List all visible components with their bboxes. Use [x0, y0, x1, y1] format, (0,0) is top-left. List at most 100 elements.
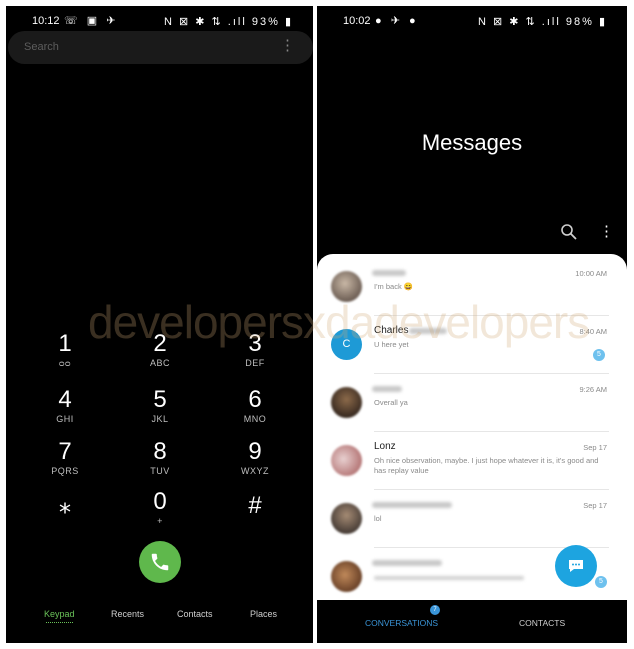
- key-digit: 2: [153, 330, 167, 357]
- battery-level: 98%: [565, 16, 594, 28]
- search-bar[interactable]: Search ⋮: [8, 31, 313, 64]
- battery-icon: ▮: [284, 16, 291, 28]
- page-title: Messages: [421, 130, 523, 155]
- key-digit: 6: [248, 386, 262, 413]
- conversations-badge: 7: [430, 605, 440, 615]
- key-letters: +: [157, 516, 163, 526]
- dialer-tabs: Keypad Recents Contacts Places: [6, 609, 313, 629]
- avatar: [331, 445, 362, 476]
- key-hash[interactable]: #: [220, 493, 290, 539]
- notification-icons: ☏ ▣ ✈: [64, 15, 119, 27]
- battery-level: 93%: [251, 16, 280, 28]
- dialer-screen: 10:12 ☏ ▣ ✈ N ⊠ ✱ ⇅ .ıll 93% ▮ Search ⋮ …: [6, 6, 313, 643]
- key-0[interactable]: 0 +: [125, 489, 195, 535]
- message-time: 8:40 AM: [579, 327, 607, 336]
- tab-places[interactable]: Places: [250, 609, 277, 619]
- contact-name-blurred: [372, 560, 442, 566]
- key-4[interactable]: 4 GHI: [30, 387, 100, 433]
- key-3[interactable]: 3 DEF: [220, 331, 290, 377]
- key-digit: 9: [248, 438, 262, 465]
- conversation-row[interactable]: Lonz Oh nice observation, maybe. I just …: [317, 432, 627, 490]
- tab-conversations[interactable]: CONVERSATIONS: [365, 618, 438, 628]
- more-options-icon[interactable]: ⋮: [599, 224, 614, 239]
- avatar: C: [331, 329, 362, 360]
- key-5[interactable]: 5 JKL: [125, 387, 195, 433]
- battery-icon: ▮: [598, 16, 605, 28]
- message-snippet: lol: [374, 514, 382, 523]
- key-star[interactable]: ⁎: [30, 493, 100, 539]
- snippet-blurred: [374, 576, 524, 580]
- status-bar: 10:02 ● ✈ ● N ⊠ ✱ ⇅ .ıll 98% ▮: [317, 10, 627, 32]
- key-8[interactable]: 8 TUV: [125, 439, 195, 485]
- system-icons: N ⊠ ✱ ⇅ .ıll: [477, 16, 561, 28]
- key-digit: 5: [153, 386, 167, 413]
- key-digit: 4: [58, 386, 72, 413]
- key-digit: 3: [248, 330, 262, 357]
- conversation-row[interactable]: lol Sep 17: [317, 490, 627, 548]
- status-time: 10:02: [343, 15, 371, 27]
- conversation-row[interactable]: C Charles U here yet 8:40 AM 5: [317, 316, 627, 374]
- key-digit: 7: [58, 438, 72, 465]
- conversation-row[interactable]: I'm back 😄 10:00 AM: [317, 258, 627, 316]
- key-letters: JKL: [151, 414, 169, 424]
- key-2[interactable]: 2 ABC: [125, 331, 195, 377]
- system-icons: N ⊠ ✱ ⇅ .ıll: [163, 16, 247, 28]
- message-snippet: I'm back 😄: [374, 282, 414, 291]
- contact-name-blurred: [372, 270, 406, 276]
- tab-keypad[interactable]: Keypad: [44, 609, 75, 623]
- message-time: 10:00 AM: [575, 269, 607, 278]
- key-digit: #: [248, 492, 262, 519]
- key-letters: MNO: [243, 414, 267, 424]
- status-time: 10:12: [32, 15, 60, 27]
- key-digit: 0: [153, 488, 167, 515]
- tab-contacts[interactable]: Contacts: [177, 609, 213, 619]
- avatar: [331, 271, 362, 302]
- message-time: Sep 17: [583, 443, 607, 452]
- avatar: [331, 561, 362, 592]
- message-time: 9:26 AM: [579, 385, 607, 394]
- key-1[interactable]: 1 ᴑᴑ: [30, 331, 100, 377]
- more-options-icon[interactable]: ⋮: [280, 38, 295, 53]
- avatar: [331, 503, 362, 534]
- tab-recents[interactable]: Recents: [111, 609, 144, 619]
- voicemail-icon: ᴑᴑ: [59, 358, 71, 368]
- contact-name: Lonz: [374, 441, 396, 452]
- key-7[interactable]: 7 PQRS: [30, 439, 100, 485]
- notification-icons: ● ✈ ●: [375, 15, 419, 27]
- search-icon[interactable]: [560, 223, 578, 241]
- bottom-nav: 7 CONVERSATIONS CONTACTS: [317, 600, 627, 643]
- key-letters: PQRS: [51, 466, 79, 476]
- key-letters: TUV: [150, 466, 170, 476]
- conversation-row[interactable]: Overall ya 9:26 AM: [317, 374, 627, 432]
- message-snippet: U here yet: [374, 340, 409, 349]
- chat-bubble-icon: [569, 560, 583, 572]
- unread-badge: 5: [595, 576, 607, 588]
- status-bar: 10:12 ☏ ▣ ✈ N ⊠ ✱ ⇅ .ıll 93% ▮: [6, 10, 313, 32]
- messages-screen: 10:02 ● ✈ ● N ⊠ ✱ ⇅ .ıll 98% ▮ Messages …: [317, 6, 627, 643]
- contact-name-blurred: [372, 502, 452, 508]
- key-9[interactable]: 9 WXYZ: [220, 439, 290, 485]
- call-button[interactable]: [139, 541, 181, 583]
- contact-name-blurred: [372, 386, 402, 392]
- search-placeholder: Search: [24, 41, 59, 53]
- compose-button[interactable]: [555, 545, 597, 587]
- tab-contacts[interactable]: CONTACTS: [519, 618, 565, 628]
- key-letters: GHI: [56, 414, 74, 424]
- key-6[interactable]: 6 MNO: [220, 387, 290, 433]
- status-right: N ⊠ ✱ ⇅ .ıll 93% ▮: [164, 15, 291, 28]
- key-digit: 1: [58, 330, 72, 357]
- unread-badge: 5: [593, 349, 605, 361]
- message-snippet: Oh nice observation, maybe. I just hope …: [374, 456, 599, 475]
- key-letters: ABC: [149, 358, 170, 368]
- key-digit: 8: [153, 438, 167, 465]
- message-time: Sep 17: [583, 501, 607, 510]
- status-right: N ⊠ ✱ ⇅ .ıll 98% ▮: [478, 15, 605, 28]
- avatar: [331, 387, 362, 418]
- key-digit: ⁎: [59, 492, 71, 519]
- phone-icon: [151, 553, 169, 571]
- contact-name: Charles: [374, 325, 409, 336]
- message-snippet: Overall ya: [374, 398, 408, 407]
- contact-name-blurred: [409, 328, 447, 334]
- key-letters: WXYZ: [241, 466, 269, 476]
- key-letters: DEF: [245, 358, 265, 368]
